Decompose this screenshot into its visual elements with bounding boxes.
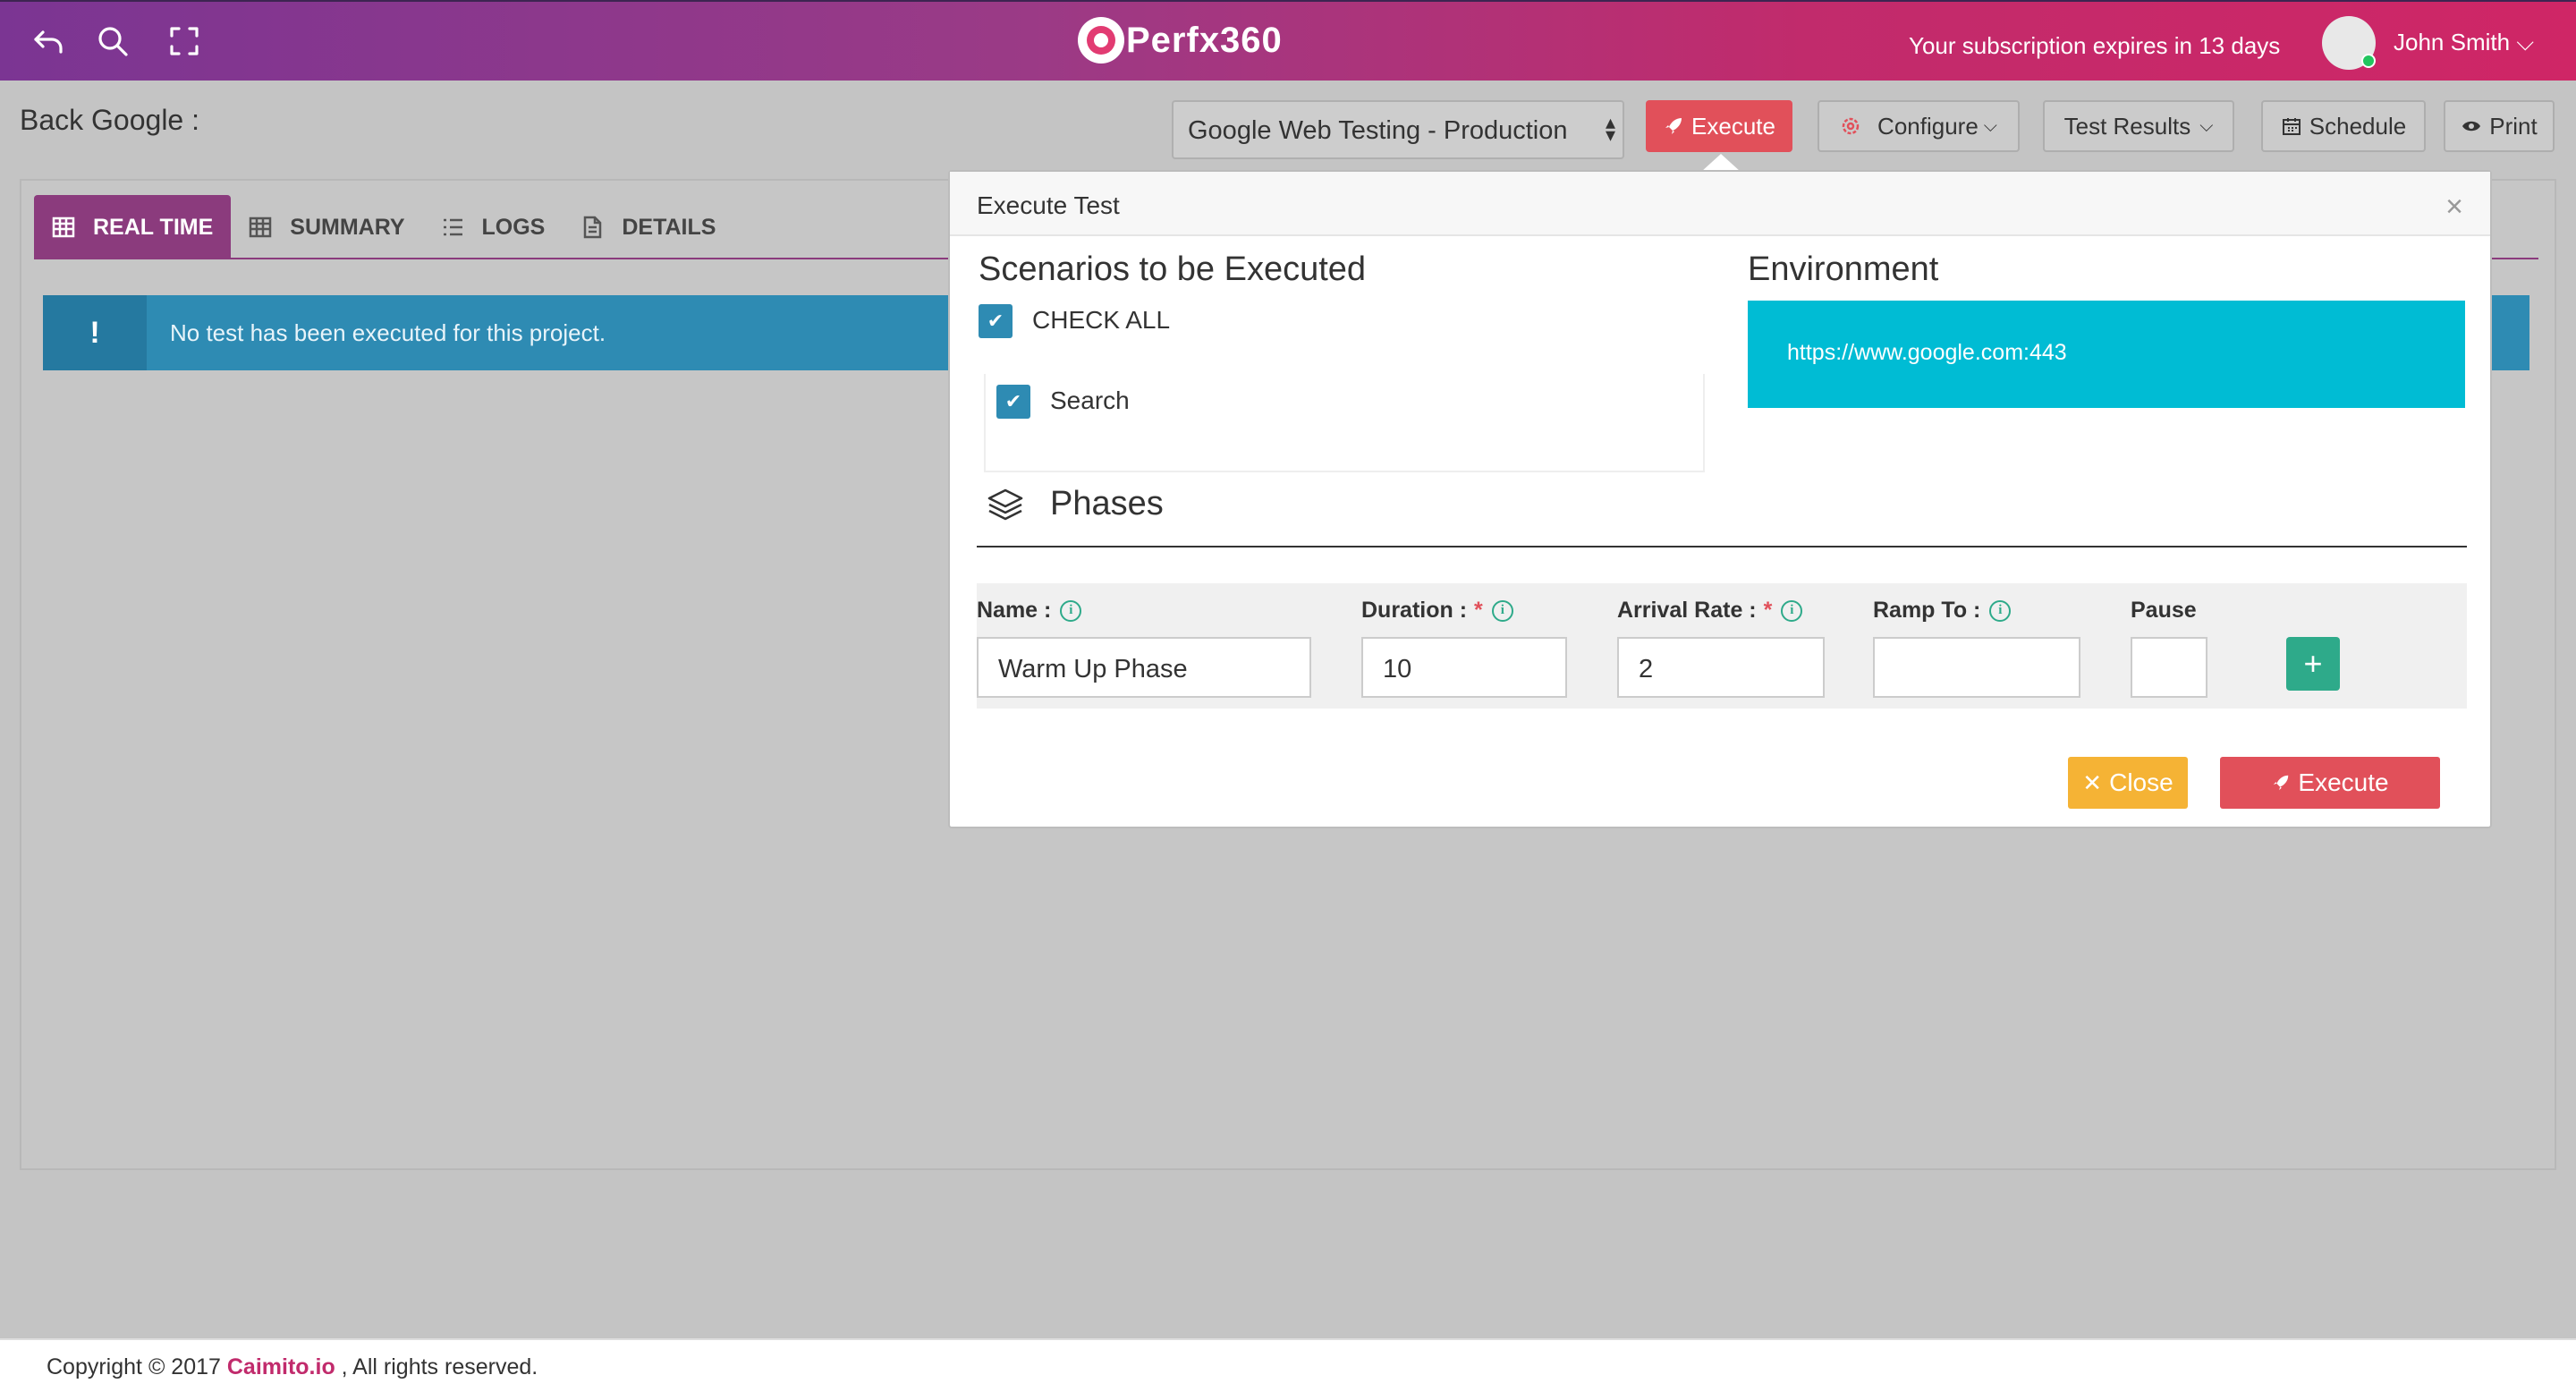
- page-title: Back Google :: [20, 104, 199, 136]
- environment-title: Environment: [1748, 250, 1939, 288]
- close-icon: ✕: [2082, 768, 2103, 796]
- brand-link[interactable]: Caimito.io: [227, 1354, 335, 1379]
- arrival-rate-label: Arrival Rate : * i: [1617, 598, 1803, 624]
- execute-test-modal: Execute Test × Scenarios to be Executed …: [948, 170, 2492, 828]
- fullscreen-icon[interactable]: [165, 21, 204, 61]
- tab-label: REAL TIME: [93, 214, 214, 240]
- test-results-dropdown[interactable]: Test Results ⌵: [2043, 100, 2234, 152]
- arrival-rate-input[interactable]: 2: [1617, 637, 1825, 698]
- ramp-to-input[interactable]: [1873, 637, 2080, 698]
- back-arrow-icon[interactable]: [29, 21, 68, 61]
- tab-bar: REAL TIME SUMMARY LOGS DETAILS: [34, 195, 733, 259]
- pause-label: Pause: [2131, 598, 2197, 624]
- info-icon[interactable]: i: [1989, 599, 2012, 622]
- table-icon: [250, 216, 272, 238]
- gear-icon: [1842, 117, 1860, 135]
- ramp-to-label: Ramp To : i: [1873, 598, 2012, 624]
- list-icon: [443, 218, 462, 236]
- alert-message: No test has been executed for this proje…: [170, 318, 606, 346]
- top-bar: Perfx360 Your subscription expires in 13…: [0, 0, 2576, 81]
- close-icon[interactable]: ×: [2445, 190, 2463, 225]
- popover-caret: [1701, 154, 1741, 172]
- ramp-to-label-text: Ramp To :: [1873, 598, 1981, 623]
- add-phase-button[interactable]: +: [2286, 637, 2340, 691]
- duration-label-text: Duration :: [1361, 598, 1468, 623]
- arrival-rate-label-text: Arrival Rate :: [1617, 598, 1757, 623]
- scenario-checkbox-search[interactable]: ✔: [996, 385, 1030, 419]
- online-status-dot: [2361, 54, 2376, 68]
- pause-label-text: Pause: [2131, 598, 2197, 623]
- rocket-icon: [2274, 775, 2289, 791]
- required-mark: *: [1474, 598, 1483, 623]
- tab-label: LOGS: [481, 214, 546, 240]
- environment-option[interactable]: https://www.google.com:443: [1748, 301, 2465, 408]
- tab-details[interactable]: DETAILS: [563, 195, 733, 259]
- configure-label: Configure: [1877, 112, 1979, 140]
- rocket-icon: [1665, 118, 1682, 134]
- execute-button-label: Execute: [1691, 112, 1775, 140]
- rights-text: , All rights reserved.: [341, 1354, 538, 1379]
- execute-submit-label: Execute: [2298, 768, 2389, 796]
- check-all-checkbox[interactable]: ✔: [979, 304, 1013, 338]
- search-icon[interactable]: [93, 21, 132, 61]
- duration-label: Duration : * i: [1361, 598, 1513, 624]
- document-icon: [584, 216, 602, 239]
- tab-label: SUMMARY: [290, 214, 405, 240]
- phase-row: Name : i Warm Up Phase Duration : * i 10…: [977, 583, 2467, 709]
- scenario-label: Search: [1050, 386, 1130, 414]
- phases-divider: [977, 546, 2467, 547]
- chevron-down-icon: ⌵: [1983, 115, 1997, 136]
- environment-url: https://www.google.com:443: [1787, 340, 2067, 365]
- tab-summary[interactable]: SUMMARY: [231, 195, 422, 259]
- name-label-text: Name :: [977, 598, 1052, 623]
- info-icon[interactable]: i: [1491, 599, 1513, 622]
- execute-button[interactable]: Execute: [1646, 100, 1792, 152]
- pause-input[interactable]: [2131, 637, 2207, 698]
- footer: Copyright © 2017 Caimito.io , All rights…: [0, 1338, 2576, 1392]
- info-icon[interactable]: i: [1781, 599, 1803, 622]
- tab-logs[interactable]: LOGS: [423, 195, 564, 259]
- duration-input[interactable]: 10: [1361, 637, 1567, 698]
- layers-icon: [986, 487, 1025, 522]
- table-icon: [52, 216, 75, 238]
- required-mark: *: [1763, 598, 1773, 623]
- copyright-text: Copyright © 2017: [47, 1354, 221, 1379]
- user-name: John Smith: [2394, 29, 2511, 55]
- test-results-label: Test Results: [2063, 112, 2191, 140]
- select-arrows-icon: ▴ ▾: [1605, 111, 1615, 146]
- execute-submit-button[interactable]: Execute: [2220, 757, 2440, 809]
- logo-text: Perfx360: [1126, 20, 1283, 60]
- chevron-down-icon: ⌵: [2516, 29, 2535, 55]
- modal-title: Execute Test: [977, 191, 1120, 219]
- print-button[interactable]: Print: [2444, 100, 2555, 152]
- tab-label: DETAILS: [622, 214, 716, 240]
- project-select-value: Google Web Testing - Production: [1188, 116, 1568, 145]
- modal-header: Execute Test ×: [950, 172, 2490, 236]
- print-label: Print: [2489, 112, 2538, 140]
- app-logo: Perfx360: [1078, 14, 1283, 66]
- configure-dropdown[interactable]: Configure ⌵: [1818, 100, 2020, 152]
- schedule-button[interactable]: Schedule: [2261, 100, 2426, 152]
- info-icon[interactable]: i: [1060, 599, 1082, 622]
- close-button-label: Close: [2109, 768, 2174, 796]
- avatar[interactable]: [2322, 16, 2376, 70]
- logo-mark-icon: [1078, 17, 1124, 64]
- exclamation-icon: !: [43, 295, 147, 370]
- phases-title: Phases: [1050, 485, 1164, 522]
- calendar-icon: [2282, 118, 2301, 135]
- check-all-label: CHECK ALL: [1032, 306, 1171, 334]
- chevron-down-icon: ⌵: [2199, 115, 2214, 136]
- eye-icon: [2462, 121, 2481, 132]
- project-select[interactable]: Google Web Testing - Production ▴ ▾: [1172, 100, 1624, 159]
- scenarios-title: Scenarios to be Executed: [979, 250, 1367, 288]
- subscription-notice: Your subscription expires in 13 days: [1909, 32, 2281, 59]
- user-menu[interactable]: John Smith ⌵: [2394, 29, 2534, 57]
- name-label: Name : i: [977, 598, 1082, 624]
- schedule-label: Schedule: [2309, 112, 2407, 140]
- tab-real-time[interactable]: REAL TIME: [34, 195, 232, 259]
- phase-name-input[interactable]: Warm Up Phase: [977, 637, 1311, 698]
- close-button[interactable]: ✕ Close: [2068, 757, 2188, 809]
